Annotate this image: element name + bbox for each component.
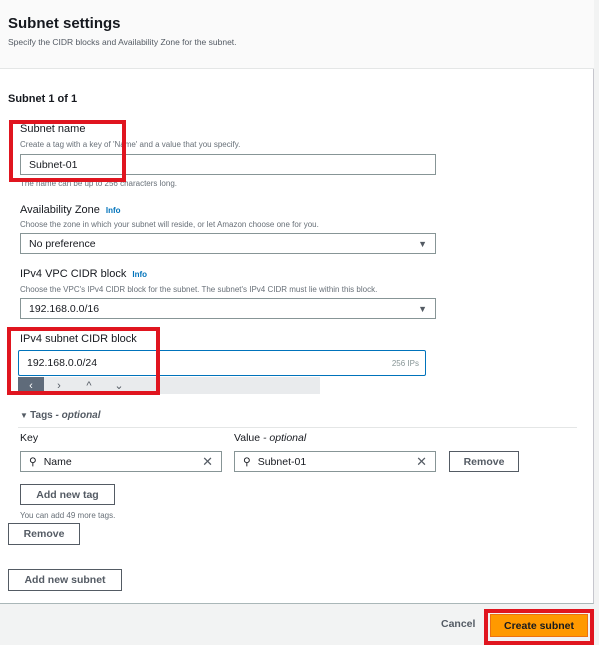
divider [18,427,577,428]
cancel-button[interactable]: Cancel [441,618,475,630]
page-title: Subnet settings [8,15,121,32]
tag-value-label: Value - optional [234,432,307,444]
highlight-box [9,120,126,182]
remove-subnet-button[interactable]: Remove [8,523,80,545]
vpc-cidr-label: IPv4 VPC CIDR block Info [20,268,148,280]
az-help: Choose the zone in which your subnet wil… [20,220,319,229]
search-icon: ⚲ [29,455,37,468]
tag-value-input[interactable]: ⚲ Subnet-01 ✕ [234,451,436,472]
dropdown-caret-icon: ▼ [418,303,427,314]
dropdown-caret-icon: ▼ [418,238,427,249]
clear-icon[interactable]: ✕ [416,454,427,470]
az-select[interactable]: No preference ▼ [20,233,436,254]
vpc-cidr-value: 192.168.0.0/16 [29,302,100,315]
highlight-box [7,327,160,395]
remove-tag-button[interactable]: Remove [449,451,519,472]
search-icon: ⚲ [243,455,251,468]
add-subnet-button[interactable]: Add new subnet [8,569,122,591]
az-info-link[interactable]: Info [106,206,121,215]
page-description: Specify the CIDR blocks and Availability… [8,37,237,47]
tag-key-value: Name [43,455,72,468]
highlight-box [484,609,594,645]
subnet-counter: Subnet 1 of 1 [8,93,78,105]
tags-toggle[interactable]: ▼ Tags - optional [20,410,101,421]
clear-icon[interactable]: ✕ [202,454,213,470]
vpc-cidr-info-link[interactable]: Info [132,270,147,279]
add-tag-button[interactable]: Add new tag [20,484,115,505]
tag-key-input[interactable]: ⚲ Name ✕ [20,451,222,472]
az-label: Availability Zone Info [20,204,121,216]
tag-key-label: Key [20,432,39,444]
vpc-cidr-help: Choose the VPC's IPv4 CIDR block for the… [20,285,378,294]
panel-header [0,0,594,69]
vpc-cidr-select[interactable]: 192.168.0.0/16 ▼ [20,298,436,319]
ip-count: 256 IPs [391,358,419,368]
tag-value-value: Subnet-01 [257,455,307,468]
caret-down-icon: ▼ [20,411,31,420]
tag-limit-text: You can add 49 more tags. [20,511,116,520]
az-value: No preference [29,237,96,250]
